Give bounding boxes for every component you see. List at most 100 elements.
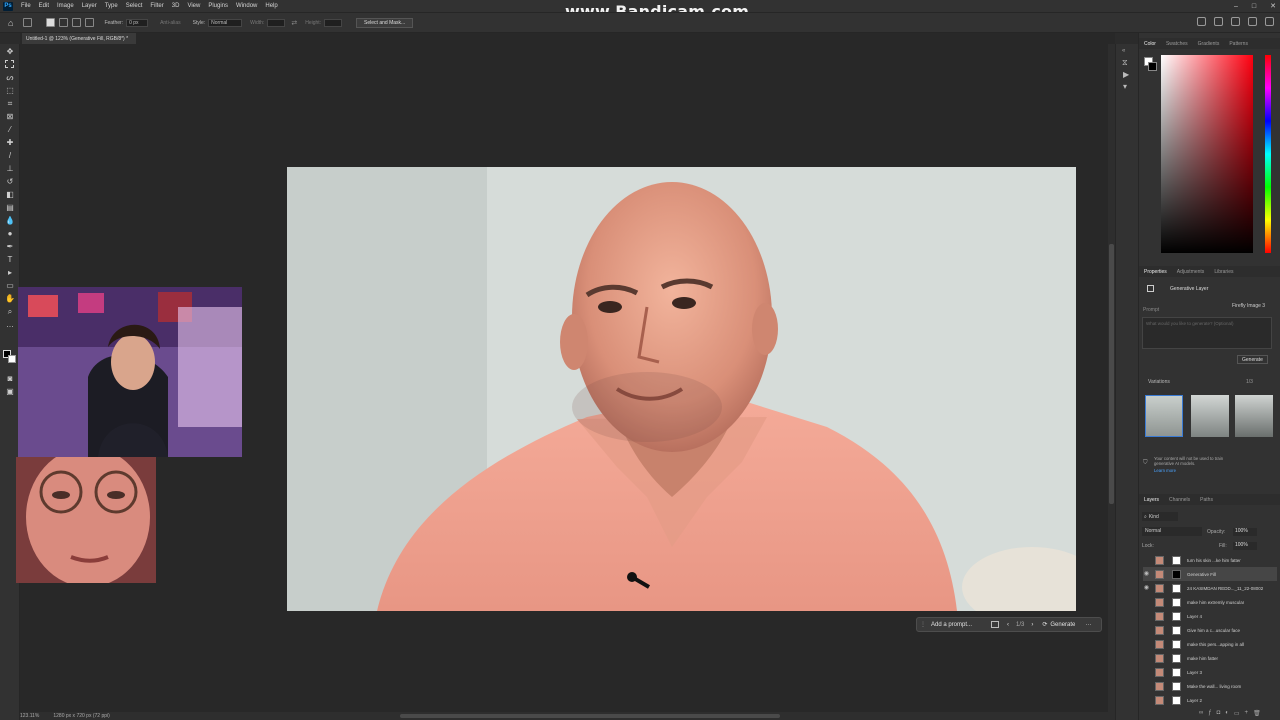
layer-mask-thumbnail[interactable]: [1172, 639, 1181, 649]
fill-input[interactable]: 100%: [1233, 542, 1257, 550]
type-tool-icon[interactable]: T: [5, 255, 15, 264]
layer-options-icon[interactable]: [991, 621, 999, 628]
layer-mask-thumbnail[interactable]: [1172, 569, 1181, 579]
brush-tool-icon[interactable]: /: [5, 151, 15, 160]
tab-patterns[interactable]: Patterns: [1224, 41, 1253, 47]
new-group-icon[interactable]: ▭: [1234, 710, 1240, 717]
layer-mask-thumbnail[interactable]: [1172, 611, 1181, 621]
add-mask-icon[interactable]: ◘: [1217, 710, 1221, 717]
select-and-mask-button[interactable]: Select and Mask...: [356, 17, 414, 28]
layer-mask-thumbnail[interactable]: [1172, 695, 1181, 705]
shape-tool-icon[interactable]: ▭: [5, 281, 15, 290]
layer-row[interactable]: Layer 3: [1143, 665, 1277, 679]
visibility-eye-icon[interactable]: [1143, 655, 1150, 662]
document-tab[interactable]: Untitled-1 @ 123% (Generative Fill, RGB/…: [22, 33, 137, 44]
zoom-readout[interactable]: 123.11%: [20, 713, 39, 719]
crop-tool-icon[interactable]: ⌗: [5, 99, 15, 108]
add-selection-icon[interactable]: [59, 18, 69, 27]
antialias-checkbox[interactable]: Anti-alias: [160, 20, 181, 26]
layer-mask-thumbnail[interactable]: [1172, 625, 1181, 635]
opacity-input[interactable]: 100%: [1233, 528, 1257, 536]
adjustment-layer-icon[interactable]: ◐: [1225, 710, 1229, 717]
menu-window[interactable]: Window: [232, 3, 261, 9]
layer-row[interactable]: make this pers...apping in all: [1143, 637, 1277, 651]
layer-row[interactable]: ◉ Generative Fill: [1143, 567, 1277, 581]
layer-mask-thumbnail[interactable]: [1172, 667, 1181, 677]
visibility-eye-icon[interactable]: [1143, 613, 1150, 620]
delete-layer-icon[interactable]: 🗑: [1253, 710, 1261, 717]
screen-mode-icon[interactable]: ▣: [5, 387, 15, 396]
layer-mask-thumbnail[interactable]: [1172, 597, 1181, 607]
subtract-selection-icon[interactable]: [72, 18, 82, 27]
layer-row[interactable]: Layer 2: [1143, 693, 1277, 707]
layer-row[interactable]: make him fatter: [1143, 651, 1277, 665]
history-icon[interactable]: ⧖: [1122, 58, 1128, 68]
cloud-icon[interactable]: [1214, 17, 1223, 26]
layer-mask-thumbnail[interactable]: [1172, 653, 1181, 663]
tab-adjustments[interactable]: Adjustments: [1172, 269, 1210, 275]
layer-row[interactable]: make him extremly muscular: [1143, 595, 1277, 609]
actions-icon[interactable]: ▶: [1123, 70, 1129, 79]
layer-row[interactable]: Make the wall... living room: [1143, 679, 1277, 693]
visibility-eye-icon[interactable]: [1143, 627, 1150, 634]
menu-select[interactable]: Select: [122, 3, 147, 9]
move-tool-icon[interactable]: ✥: [5, 47, 15, 56]
marquee-tool-preset-icon[interactable]: [23, 18, 33, 27]
feather-input[interactable]: 0 px: [126, 18, 149, 27]
vertical-scroll-thumb[interactable]: [1109, 244, 1114, 504]
new-layer-icon[interactable]: +: [1245, 710, 1249, 717]
visibility-eye-icon[interactable]: [1143, 641, 1150, 648]
menu-layer[interactable]: Layer: [78, 3, 101, 9]
comments-icon[interactable]: ▾: [1123, 82, 1127, 91]
layer-mask-thumbnail[interactable]: [1172, 681, 1181, 691]
layer-row[interactable]: ◉ 24 KASIMDAN REDD..._11_22-08002: [1143, 581, 1277, 595]
drag-handle-icon[interactable]: ⋮: [920, 621, 926, 628]
collapse-panels-icon[interactable]: «: [1122, 48, 1125, 54]
share-icon[interactable]: [1197, 17, 1206, 26]
canvas-vertical-scrollbar[interactable]: [1108, 44, 1115, 712]
dodge-tool-icon[interactable]: ●: [5, 229, 15, 238]
learn-more-link[interactable]: Learn more: [1154, 468, 1176, 473]
marquee-tool-icon[interactable]: [5, 60, 14, 68]
close-icon[interactable]: ✕: [1270, 2, 1276, 10]
menu-file[interactable]: File: [17, 3, 35, 9]
previous-variation-icon[interactable]: ‹: [1007, 622, 1009, 628]
object-selection-tool-icon[interactable]: ⬚: [5, 86, 15, 95]
menu-edit[interactable]: Edit: [35, 3, 53, 9]
maximize-icon[interactable]: □: [1252, 3, 1256, 10]
home-icon[interactable]: ⌂: [8, 18, 13, 28]
zoom-tool-icon[interactable]: ⌕: [5, 307, 15, 316]
more-options-icon[interactable]: ···: [1085, 622, 1091, 628]
bg-color-chip[interactable]: [1148, 62, 1157, 71]
variation-thumbnail-1[interactable]: [1145, 395, 1183, 437]
eyedropper-tool-icon[interactable]: ⁄: [5, 125, 15, 134]
search-icon[interactable]: [1231, 17, 1240, 26]
pen-tool-icon[interactable]: ✒: [5, 242, 15, 251]
layer-row[interactable]: Give him a c...uscular face: [1143, 623, 1277, 637]
menu-view[interactable]: View: [183, 3, 204, 9]
document-size-readout[interactable]: 1280 px x 720 px (72 ppi): [53, 713, 109, 719]
horizontal-scroll-thumb[interactable]: [400, 714, 780, 718]
background-color-swatch[interactable]: [8, 355, 16, 363]
variation-thumbnail-3[interactable]: [1235, 395, 1273, 437]
tab-swatches[interactable]: Swatches: [1161, 41, 1193, 47]
visibility-eye-icon[interactable]: [1143, 683, 1150, 690]
generate-button[interactable]: Generate: [1050, 622, 1075, 628]
workspace-icon[interactable]: [1265, 17, 1274, 26]
width-input[interactable]: [267, 18, 286, 27]
layer-mask-thumbnail[interactable]: [1172, 583, 1181, 593]
canvas-horizontal-scrollbar[interactable]: [20, 712, 1115, 720]
prompt-textarea[interactable]: What would you like to generate? (Option…: [1142, 317, 1272, 349]
menu-help[interactable]: Help: [261, 3, 281, 9]
color-picker-field[interactable]: [1161, 55, 1253, 253]
link-layers-icon[interactable]: ∞: [1199, 710, 1203, 717]
history-brush-tool-icon[interactable]: ↺: [5, 177, 15, 186]
edit-toolbar-icon[interactable]: …: [5, 320, 15, 329]
layer-style-icon[interactable]: ƒ: [1208, 710, 1211, 717]
discover-icon[interactable]: [1248, 17, 1257, 26]
menu-plugins[interactable]: Plugins: [204, 3, 232, 9]
clone-stamp-tool-icon[interactable]: ⊥: [5, 164, 15, 173]
minimize-icon[interactable]: –: [1234, 3, 1238, 10]
height-input[interactable]: [324, 18, 343, 27]
blend-mode-select[interactable]: Normal: [1142, 527, 1202, 536]
